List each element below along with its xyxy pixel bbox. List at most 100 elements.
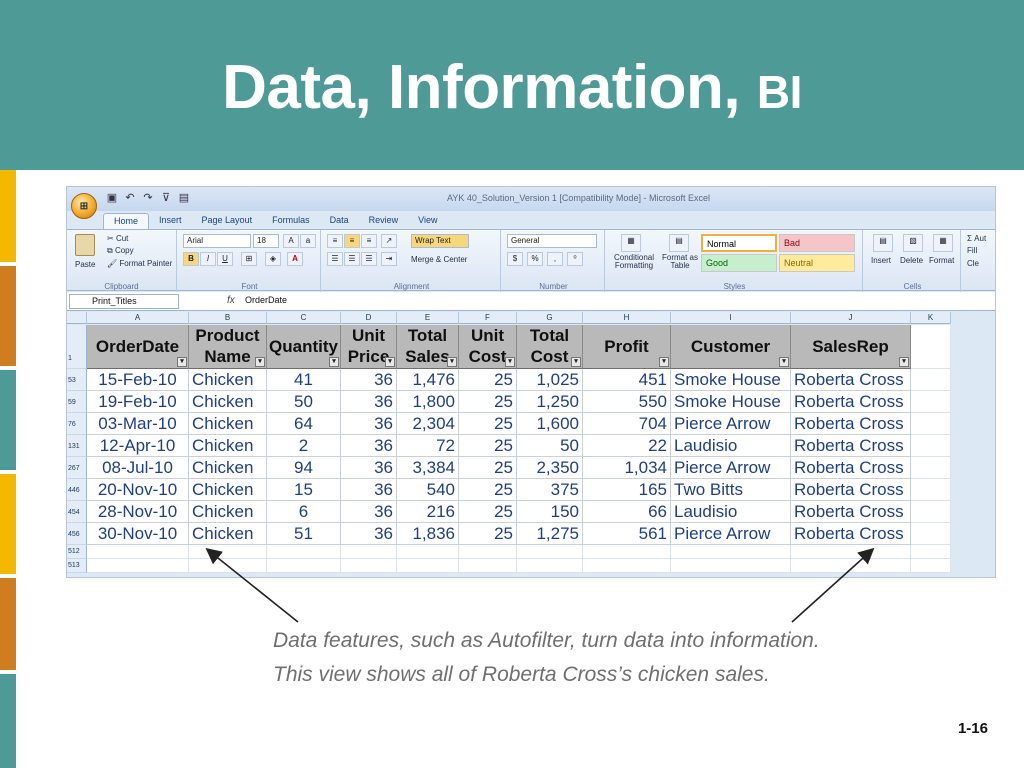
table-cell[interactable]: Laudisio (671, 435, 791, 457)
table-cell[interactable]: 561 (583, 523, 671, 545)
table-cell[interactable]: 28-Nov-10 (87, 501, 189, 523)
empty-cell[interactable] (459, 545, 517, 559)
empty-cell[interactable] (791, 545, 911, 559)
fill-button[interactable]: Fill (967, 246, 977, 255)
autofilter-dropdown-icon[interactable]: ▾ (177, 357, 187, 367)
comma-style-icon[interactable]: , (547, 252, 563, 266)
table-cell[interactable]: 30-Nov-10 (87, 523, 189, 545)
table-cell[interactable]: Pierce Arrow (671, 457, 791, 479)
style-bad[interactable]: Bad (779, 234, 855, 252)
save-icon[interactable]: ▣ (105, 191, 119, 204)
table-cell[interactable]: 22 (583, 435, 671, 457)
currency-button[interactable]: $ (507, 252, 523, 266)
name-box[interactable]: Print_Titles (69, 294, 179, 309)
empty-cell[interactable] (189, 545, 267, 559)
format-painter-button[interactable]: 🖌 Format Painter (107, 259, 172, 268)
align-left-icon[interactable]: ☰ (327, 252, 343, 266)
filter-icon[interactable]: ⊽ (159, 191, 173, 204)
row-number[interactable]: 513 (67, 559, 87, 573)
table-cell[interactable]: 36 (341, 435, 397, 457)
print-preview-icon[interactable]: ▤ (177, 191, 191, 204)
align-right-icon[interactable]: ☰ (361, 252, 377, 266)
paste-button[interactable]: Paste (75, 260, 95, 269)
empty-cell[interactable] (911, 391, 951, 413)
empty-cell[interactable] (911, 369, 951, 391)
row-number[interactable]: 1 (67, 325, 87, 369)
empty-cell[interactable] (267, 559, 341, 573)
delete-cells-icon[interactable]: ▧ (903, 234, 923, 252)
row-number[interactable]: 59 (67, 391, 87, 413)
fx-icon[interactable]: fx (227, 295, 235, 306)
empty-cell[interactable] (517, 545, 583, 559)
formula-input[interactable]: OrderDate (245, 295, 287, 305)
empty-cell[interactable] (911, 435, 951, 457)
empty-cell[interactable] (911, 457, 951, 479)
empty-cell[interactable] (911, 501, 951, 523)
table-cell[interactable]: 3,384 (397, 457, 459, 479)
paste-icon[interactable] (75, 234, 95, 256)
table-cell[interactable]: 1,275 (517, 523, 583, 545)
bold-icon[interactable]: B (183, 252, 199, 266)
table-cell[interactable]: 36 (341, 457, 397, 479)
table-cell[interactable]: Laudisio (671, 501, 791, 523)
table-cell[interactable]: Roberta Cross (791, 369, 911, 391)
table-cell[interactable]: 36 (341, 501, 397, 523)
table-cell[interactable]: 540 (397, 479, 459, 501)
delete-button[interactable]: Delete (900, 256, 923, 265)
table-cell[interactable]: 25 (459, 523, 517, 545)
table-cell[interactable]: 41 (267, 369, 341, 391)
align-middle-icon[interactable]: ≡ (344, 234, 360, 248)
table-cell[interactable]: Roberta Cross (791, 435, 911, 457)
empty-cell[interactable] (267, 545, 341, 559)
tab-insert[interactable]: Insert (149, 213, 192, 229)
table-cell[interactable]: 2 (267, 435, 341, 457)
empty-cell[interactable] (911, 413, 951, 435)
office-button[interactable]: ⊞ (71, 193, 97, 219)
copy-button[interactable]: ⧉ Copy (107, 246, 134, 256)
column-header-g[interactable]: G (517, 312, 583, 324)
conditional-formatting-button[interactable]: Conditional Formatting (609, 254, 659, 270)
format-button[interactable]: Format (929, 256, 954, 265)
table-cell[interactable]: Smoke House (671, 369, 791, 391)
table-cell[interactable]: 25 (459, 413, 517, 435)
table-cell[interactable]: 15-Feb-10 (87, 369, 189, 391)
merge-center-button[interactable]: Merge & Center (411, 255, 467, 264)
table-cell[interactable]: 36 (341, 479, 397, 501)
percent-button[interactable]: % (527, 252, 543, 266)
autofilter-dropdown-icon[interactable]: ▾ (385, 357, 395, 367)
font-color-icon[interactable]: A (287, 252, 303, 266)
table-cell[interactable]: 20-Nov-10 (87, 479, 189, 501)
borders-icon[interactable]: ⊞ (241, 252, 257, 266)
table-cell[interactable]: Chicken (189, 391, 267, 413)
empty-cell[interactable] (791, 559, 911, 573)
column-header-f[interactable]: F (459, 312, 517, 324)
empty-cell[interactable] (189, 559, 267, 573)
table-cell[interactable]: Chicken (189, 501, 267, 523)
table-cell[interactable]: 51 (267, 523, 341, 545)
autofilter-dropdown-icon[interactable]: ▾ (659, 357, 669, 367)
table-cell[interactable]: 1,476 (397, 369, 459, 391)
empty-cell[interactable] (911, 545, 951, 559)
format-table-icon[interactable]: ▤ (669, 234, 689, 252)
table-cell[interactable]: Pierce Arrow (671, 523, 791, 545)
shrink-font-icon[interactable]: a (300, 234, 316, 248)
table-cell[interactable]: Smoke House (671, 391, 791, 413)
clear-button[interactable]: Cle (967, 259, 979, 268)
grow-font-icon[interactable]: A (283, 234, 299, 248)
increase-decimal-icon[interactable]: ⁰ (567, 252, 583, 266)
table-cell[interactable]: 2,350 (517, 457, 583, 479)
empty-cell[interactable] (459, 559, 517, 573)
select-all-corner[interactable] (67, 312, 87, 324)
font-name-select[interactable]: Arial (183, 234, 251, 248)
undo-icon[interactable]: ↶ (123, 191, 137, 204)
table-cell[interactable]: 03-Mar-10 (87, 413, 189, 435)
tab-view[interactable]: View (408, 213, 447, 229)
empty-cell[interactable] (87, 545, 189, 559)
table-cell[interactable]: 72 (397, 435, 459, 457)
style-good[interactable]: Good (701, 254, 777, 272)
table-cell[interactable]: 36 (341, 523, 397, 545)
row-number[interactable]: 446 (67, 479, 87, 501)
row-number[interactable]: 76 (67, 413, 87, 435)
empty-cell[interactable] (911, 523, 951, 545)
column-header-a[interactable]: A (87, 312, 189, 324)
